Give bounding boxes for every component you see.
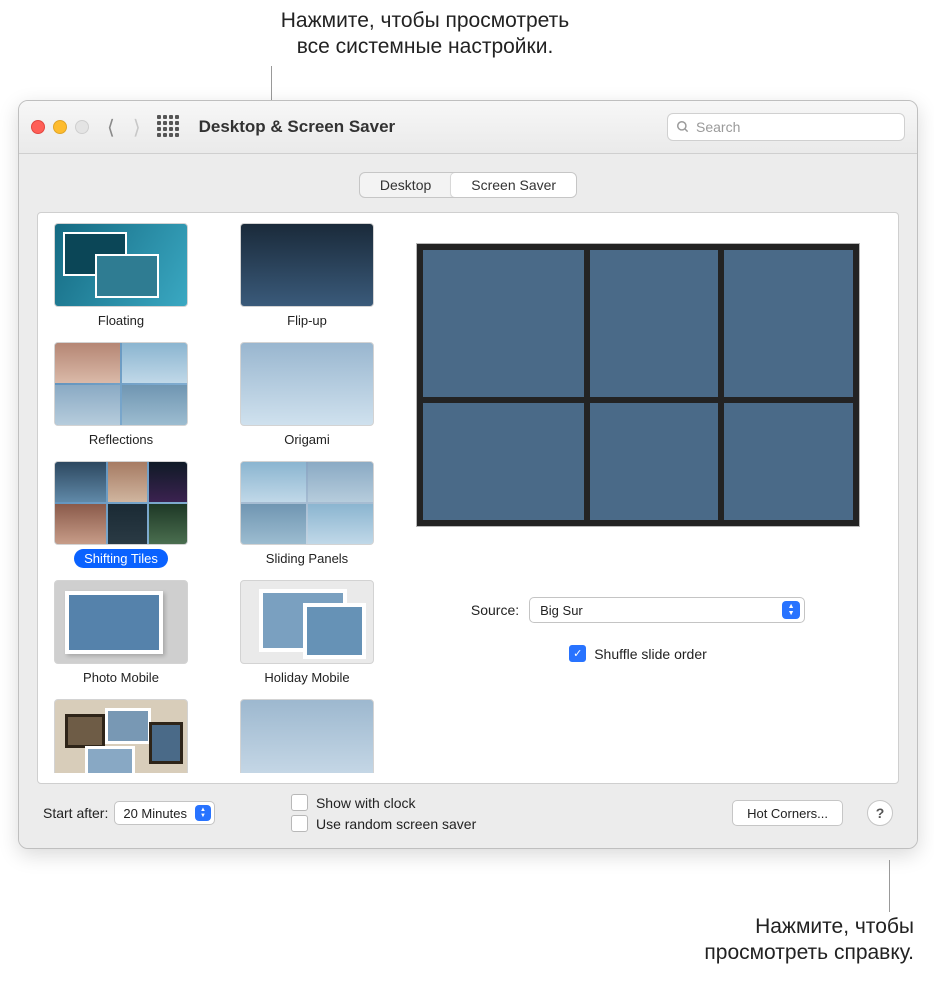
show-all-prefs-button[interactable] <box>157 115 181 139</box>
shuffle-checkbox[interactable]: ✓ <box>569 645 586 662</box>
minimize-window-button[interactable] <box>53 120 67 134</box>
random-saver-label: Use random screen saver <box>316 816 476 832</box>
screensaver-list[interactable]: Floating Flip-up Reflections Origami Shiftin… <box>48 223 380 773</box>
callout-top-line <box>271 66 272 104</box>
callout-top: Нажмите, чтобы просмотреть все системные… <box>250 8 600 61</box>
screensaver-item-vintage-prints[interactable]: Vintage Prints <box>234 699 380 773</box>
forward-button[interactable]: ⟩ <box>133 115 141 140</box>
tab-segmented-control: Desktop Screen Saver <box>359 172 577 198</box>
screensaver-item-origami[interactable]: Origami <box>234 342 380 449</box>
main-panel: Floating Flip-up Reflections Origami Shiftin… <box>37 212 899 784</box>
screensaver-label: Floating <box>88 311 154 330</box>
screensaver-thumbnail <box>54 342 188 426</box>
preview-column: Source: Big Sur ▲▼ ✓ Shuffle slide order <box>394 223 882 773</box>
hot-corners-button[interactable]: Hot Corners... <box>732 800 843 826</box>
preferences-window: ⟨ ⟩ Desktop & Screen Saver Search Deskto… <box>18 100 918 849</box>
show-clock-checkbox[interactable] <box>291 794 308 811</box>
screensaver-label: Holiday Mobile <box>254 668 359 687</box>
screensaver-thumbnail <box>54 580 188 664</box>
screensaver-thumbnail <box>240 699 374 773</box>
updown-icon: ▲▼ <box>195 805 211 821</box>
screensaver-label: Reflections <box>79 430 163 449</box>
screensaver-item-flip-up[interactable]: Flip-up <box>234 223 380 330</box>
tabs: Desktop Screen Saver <box>37 172 899 198</box>
zoom-window-button[interactable] <box>75 120 89 134</box>
back-button[interactable]: ⟨ <box>107 115 115 140</box>
shuffle-row: ✓ Shuffle slide order <box>569 645 707 662</box>
screensaver-thumbnail <box>240 342 374 426</box>
screensaver-item-floating[interactable]: Floating <box>48 223 194 330</box>
screensaver-item-holiday-mobile[interactable]: Holiday Mobile <box>234 580 380 687</box>
help-button[interactable]: ? <box>867 800 893 826</box>
screensaver-preview[interactable] <box>416 243 860 527</box>
screensaver-item-photo-wall[interactable]: Photo Wall <box>48 699 194 773</box>
screensaver-label: Origami <box>274 430 340 449</box>
search-icon <box>676 120 690 134</box>
show-clock-label: Show with clock <box>316 795 416 811</box>
bottom-row: Start after: 20 Minutes ▲▼ Show with clo… <box>37 784 899 834</box>
screensaver-label: Flip-up <box>277 311 337 330</box>
tab-desktop[interactable]: Desktop <box>360 173 451 197</box>
screensaver-item-shifting-tiles[interactable]: Shifting Tiles <box>48 461 194 568</box>
window-controls <box>31 120 89 134</box>
screensaver-thumbnail <box>54 461 188 545</box>
window-title: Desktop & Screen Saver <box>199 117 396 137</box>
screensaver-thumbnail <box>240 461 374 545</box>
screensaver-label: Sliding Panels <box>256 549 358 568</box>
start-after-group: Start after: 20 Minutes ▲▼ <box>43 801 215 825</box>
random-saver-checkbox[interactable] <box>291 815 308 832</box>
close-window-button[interactable] <box>31 120 45 134</box>
source-label: Source: <box>471 602 519 618</box>
shuffle-label: Shuffle slide order <box>594 646 707 662</box>
tab-screen-saver[interactable]: Screen Saver <box>450 172 577 198</box>
screensaver-thumbnail <box>54 699 188 773</box>
nav-arrows: ⟨ ⟩ <box>107 115 141 140</box>
screensaver-thumbnail <box>54 223 188 307</box>
screensaver-item-reflections[interactable]: Reflections <box>48 342 194 449</box>
screensaver-item-sliding-panels[interactable]: Sliding Panels <box>234 461 380 568</box>
search-field[interactable]: Search <box>667 113 905 141</box>
screensaver-thumbnail <box>240 223 374 307</box>
mid-checks: Show with clock Use random screen saver <box>291 794 476 832</box>
updown-icon: ▲▼ <box>782 601 800 619</box>
search-placeholder: Search <box>696 119 740 135</box>
source-row: Source: Big Sur ▲▼ <box>471 597 805 623</box>
callout-bottom-line <box>889 860 890 912</box>
titlebar: ⟨ ⟩ Desktop & Screen Saver Search <box>19 101 917 154</box>
content: Desktop Screen Saver Floating Flip-up Refl… <box>19 154 917 848</box>
callout-bottom: Нажмите, чтобы просмотреть справку. <box>704 914 914 967</box>
screensaver-label: Photo Mobile <box>73 668 169 687</box>
start-after-label: Start after: <box>43 805 108 821</box>
start-after-select[interactable]: 20 Minutes ▲▼ <box>114 801 215 825</box>
screensaver-item-photo-mobile[interactable]: Photo Mobile <box>48 580 194 687</box>
source-select[interactable]: Big Sur ▲▼ <box>529 597 805 623</box>
source-value: Big Sur <box>540 603 583 618</box>
start-after-value: 20 Minutes <box>123 806 187 821</box>
screensaver-label: Shifting Tiles <box>74 549 168 568</box>
screensaver-thumbnail <box>240 580 374 664</box>
